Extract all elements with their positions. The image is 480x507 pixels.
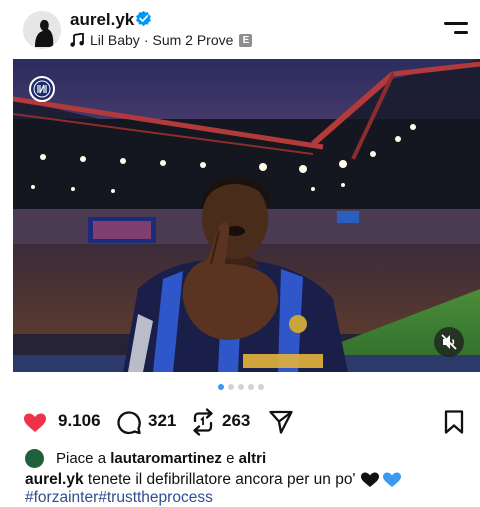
mute-icon xyxy=(441,334,457,350)
music-info[interactable]: Lil Baby · Sum 2 Prove E xyxy=(70,32,253,48)
caption-username[interactable]: aurel.yk xyxy=(25,471,84,488)
likes-prefix: Piace a xyxy=(56,450,107,467)
menu-button[interactable] xyxy=(444,20,468,36)
carousel-dot-active xyxy=(218,384,224,390)
music-separator: · xyxy=(143,32,149,48)
menu-icon-line xyxy=(454,31,468,34)
post-image[interactable] xyxy=(13,59,480,372)
carousel-indicator xyxy=(218,384,264,390)
bookmark-icon[interactable] xyxy=(443,409,465,435)
explicit-badge: E xyxy=(239,33,253,47)
share-icon[interactable] xyxy=(268,409,294,435)
avatar[interactable] xyxy=(23,11,61,49)
carousel-dot xyxy=(228,384,234,390)
music-artist: Lil Baby xyxy=(90,32,140,48)
liker-username[interactable]: lautaromartinez xyxy=(110,450,222,467)
post-header: aurel.yk Lil Baby · Sum 2 Prove E xyxy=(0,0,480,58)
comment-icon[interactable] xyxy=(116,409,142,435)
caption-text: tenete il defibrillatore ancora per un p… xyxy=(87,471,356,488)
heart-icon[interactable] xyxy=(22,411,48,435)
username[interactable]: aurel.yk xyxy=(70,10,134,30)
avatar-image xyxy=(23,11,61,49)
liker-avatar xyxy=(25,449,44,468)
caption-hashtags[interactable]: #forzainter#trusttheprocess xyxy=(25,489,213,507)
music-song: Sum 2 Prove xyxy=(152,32,234,48)
carousel-dot xyxy=(238,384,244,390)
likes-conj: e xyxy=(226,450,235,467)
likes-others[interactable]: altri xyxy=(239,450,267,467)
mute-button[interactable] xyxy=(434,327,464,357)
stadium-photo xyxy=(13,59,480,372)
carousel-dot xyxy=(248,384,254,390)
heart-emojis-icon xyxy=(360,472,401,487)
verified-icon xyxy=(136,10,151,27)
music-note-icon xyxy=(70,33,84,47)
repost-icon[interactable] xyxy=(190,408,216,436)
likes-summary[interactable]: Piace a lautaromartinez e altri xyxy=(25,449,266,468)
reposts-count[interactable]: 263 xyxy=(222,411,250,431)
caption: aurel.yk tenete il defibrillatore ancora… xyxy=(25,471,402,489)
likes-count[interactable]: 9.106 xyxy=(58,411,101,431)
comments-count[interactable]: 321 xyxy=(148,411,176,431)
inter-logo-icon xyxy=(29,76,55,102)
menu-icon xyxy=(444,22,468,25)
carousel-dot xyxy=(258,384,264,390)
